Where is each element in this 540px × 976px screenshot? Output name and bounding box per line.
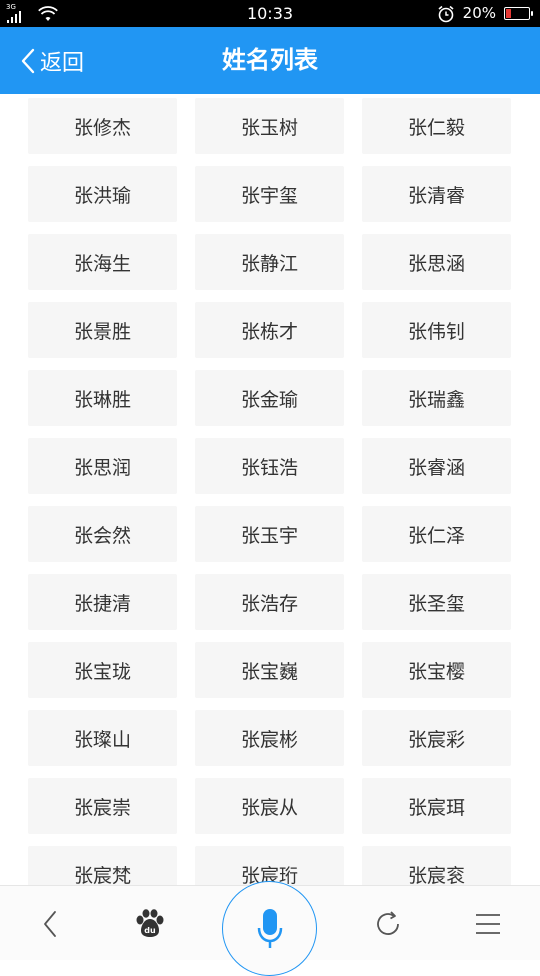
chevron-left-icon [21,48,35,73]
battery-level [506,9,511,18]
name-item[interactable]: 张宸珩 [195,846,344,885]
name-item[interactable]: 张宇玺 [195,166,344,222]
name-item[interactable]: 张景胜 [28,302,177,358]
name-item[interactable]: 张思润 [28,438,177,494]
name-item[interactable]: 张玉宇 [195,506,344,562]
name-item[interactable]: 张宝珑 [28,642,177,698]
voice-search-button[interactable] [222,881,317,976]
name-item[interactable]: 张清睿 [362,166,511,222]
name-item[interactable]: 张宸梵 [28,846,177,885]
bottom-toolbar: du [0,881,540,976]
baidu-home-button[interactable]: du [120,886,180,961]
name-item[interactable]: 张宝樱 [362,642,511,698]
name-item[interactable]: 张琳胜 [28,370,177,426]
baidu-icon-text: du [144,926,156,935]
refresh-button[interactable] [358,886,418,961]
title-bar: 返回 姓名列表 [0,27,540,94]
name-item[interactable]: 张修杰 [28,98,177,154]
chevron-left-icon [44,910,56,937]
menu-icon [476,913,500,934]
microphone-icon [257,908,282,948]
name-item[interactable]: 张宸彬 [195,710,344,766]
name-item[interactable]: 张宸从 [195,778,344,834]
name-item[interactable]: 张瑞鑫 [362,370,511,426]
name-item[interactable]: 张伟钊 [362,302,511,358]
name-item[interactable]: 张会然 [28,506,177,562]
name-item[interactable]: 张圣玺 [362,574,511,630]
name-list-container[interactable]: 张修杰 张玉树 张仁毅 张洪瑜 张宇玺 张清睿 张海生 张静江 张思涵 张景胜 张栋才 张伟钊 张琳胜张… [0,94,540,885]
name-item[interactable]: 张仁毅 [362,98,511,154]
baidu-paw-icon: du [136,908,164,937]
name-item[interactable]: 张栋才 [195,302,344,358]
browser-back-button[interactable] [20,886,80,961]
back-label: 返回 [40,50,85,76]
name-item[interactable]: 张捷清 [28,574,177,630]
menu-button[interactable] [458,886,518,961]
name-item[interactable]: 张仁泽 [362,506,511,562]
status-right: 20% [437,0,533,27]
back-button[interactable]: 返回 [20,27,84,94]
name-item[interactable]: 张璨山 [28,710,177,766]
name-item[interactable]: 张浩存 [195,574,344,630]
name-item[interactable]: 张洪瑜 [28,166,177,222]
name-item[interactable]: 张海生 [28,234,177,290]
alarm-clock-icon [438,5,454,22]
name-item[interactable]: 张宝巍 [195,642,344,698]
battery-icon [504,7,533,20]
name-item[interactable]: 张玉树 [195,98,344,154]
status-bar: 3G 10:33 20% [0,0,540,27]
name-item[interactable]: 张思涵 [362,234,511,290]
refresh-icon [377,910,399,935]
name-item[interactable]: 张宸崇 [28,778,177,834]
name-item[interactable]: 张宸衮 [362,846,511,885]
name-item[interactable]: 张宸珥 [362,778,511,834]
name-item[interactable]: 张宸彩 [362,710,511,766]
name-item[interactable]: 张静江 [195,234,344,290]
name-grid: 张修杰 张玉树 张仁毅 张洪瑜 张宇玺 张清睿 张海生 张静江 张思涵 张景胜 张栋才 张伟钊 张琳胜张… [28,98,511,885]
name-item[interactable]: 张钰浩 [195,438,344,494]
name-item[interactable]: 张金瑜 [195,370,344,426]
name-item[interactable]: 张睿涵 [362,438,511,494]
battery-percent: 20% [462,4,496,22]
